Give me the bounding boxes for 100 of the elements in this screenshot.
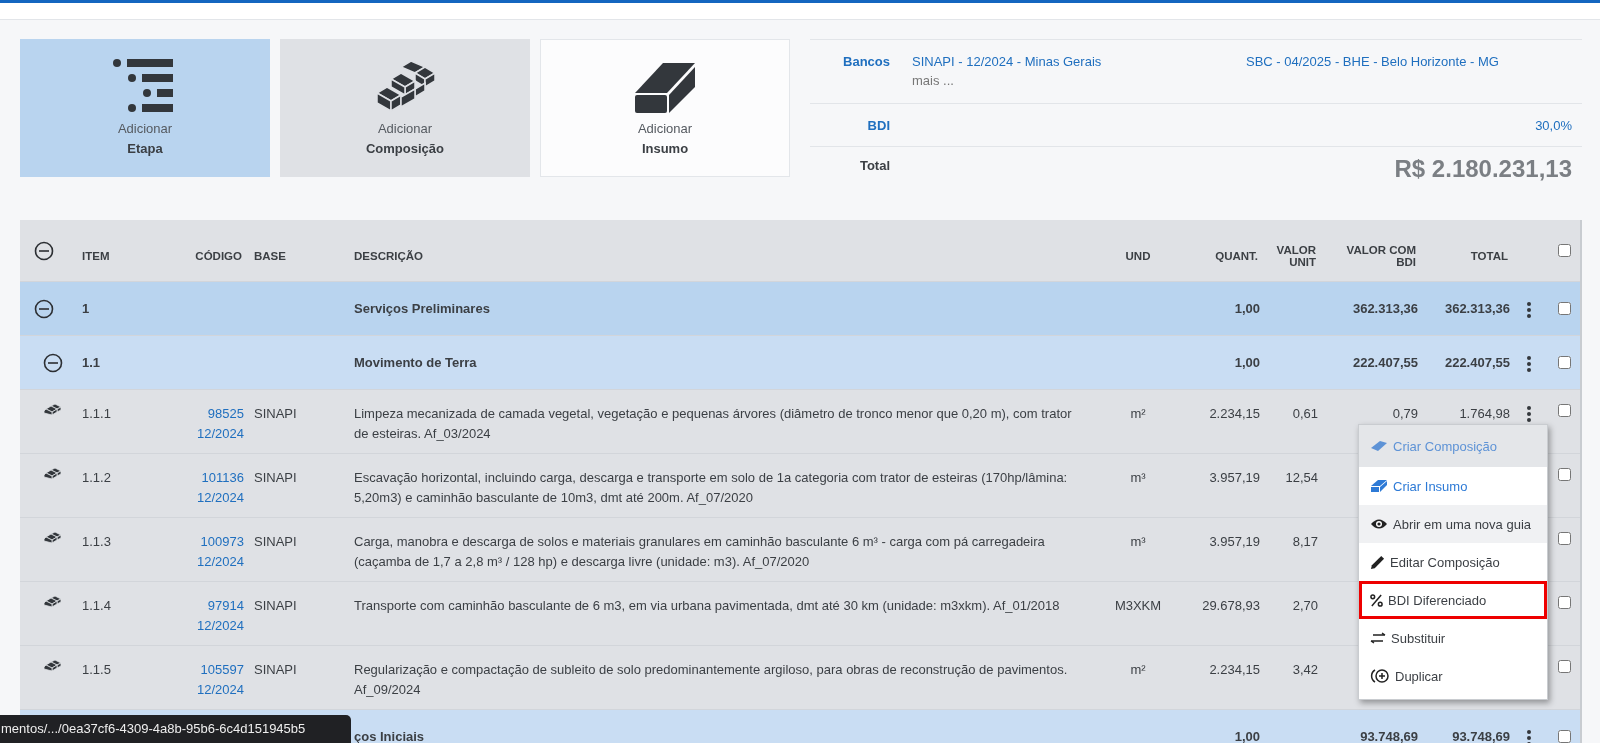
unit-value-cell-text: 8,17 bbox=[1291, 533, 1318, 551]
total-cell-text: 362.313,36 bbox=[1443, 299, 1510, 318]
unit-value-cell-text: 0,61 bbox=[1291, 405, 1318, 423]
description-cell-text: Movimento de Terra bbox=[354, 353, 478, 372]
base-cell-text: SINAPI bbox=[253, 405, 298, 423]
row-checkbox[interactable] bbox=[1557, 468, 1571, 481]
banks-label: Bancos bbox=[842, 54, 890, 69]
block-icon bbox=[1370, 479, 1388, 493]
menu-item[interactable]: Criar Insumo bbox=[1359, 467, 1547, 505]
unit-cell-text: m² bbox=[1129, 661, 1147, 679]
add-card[interactable]: Adicionar Etapa bbox=[20, 39, 270, 177]
pencil-icon bbox=[1370, 554, 1385, 570]
code-link[interactable]: 98525 12/2024 bbox=[174, 404, 244, 444]
code-link[interactable]: 101136 12/2024 bbox=[174, 468, 244, 508]
total-cell-text: 93.748,69 bbox=[1451, 727, 1510, 743]
menu-item[interactable]: Abrir em uma nova guia bbox=[1359, 505, 1547, 543]
row-checkbox[interactable] bbox=[1557, 302, 1571, 315]
add-card[interactable]: Adicionar Composição bbox=[280, 39, 530, 177]
base-cell-text: SINAPI bbox=[253, 469, 298, 487]
column-header: QUANT. bbox=[1214, 248, 1259, 262]
quantity-cell-text: 1,00 bbox=[1233, 299, 1260, 318]
bricks-icon bbox=[43, 404, 63, 416]
column-header: BASE bbox=[253, 248, 287, 262]
add-card[interactable]: Adicionar Insumo bbox=[540, 39, 790, 177]
item-number: 1.1.3 bbox=[82, 533, 112, 551]
unit-value-cell-text: 12,54 bbox=[1284, 469, 1318, 487]
bdi-value-cell-text: 93.748,69 bbox=[1359, 727, 1418, 743]
quantity-cell-text: 1,00 bbox=[1233, 727, 1260, 743]
menu-item[interactable]: Substituir bbox=[1359, 619, 1547, 657]
row-checkbox[interactable] bbox=[1557, 596, 1571, 609]
total-cell-text: 222.407,55 bbox=[1443, 353, 1510, 372]
more-icon[interactable] bbox=[1527, 729, 1531, 743]
row-checkbox[interactable] bbox=[1557, 356, 1571, 369]
bdi-label: BDI bbox=[866, 118, 890, 133]
code-link[interactable]: 105597 12/2024 bbox=[174, 660, 244, 700]
more-icon[interactable] bbox=[1527, 355, 1531, 372]
more-link[interactable]: mais ... bbox=[912, 73, 1246, 88]
more-icon[interactable] bbox=[1527, 406, 1531, 422]
quantity-cell-text: 3.957,19 bbox=[1208, 533, 1260, 551]
collapse-icon[interactable] bbox=[34, 240, 54, 261]
quantity-cell-text: 1,00 bbox=[1233, 353, 1260, 372]
unit-value-cell-text: 3,42 bbox=[1291, 661, 1318, 679]
description-cell-text: Transporte com caminhão basculante de 6 m3, em via urbana pavimentada, dmt até 30 km (unidade: m3xkm). Af_01/2018 bbox=[354, 597, 1061, 615]
bank-link[interactable]: SINAPI - 12/2024 - Minas Gerais bbox=[912, 54, 1246, 69]
item-number: 1.1.1 bbox=[82, 405, 112, 423]
base-cell-text: SINAPI bbox=[253, 661, 298, 679]
more-icon[interactable] bbox=[1527, 301, 1531, 318]
description-cell-text: Regularização e compactação de subleito de solo predominantemente argiloso, para obras de reconstrução de pavimentos. Af_09/2024 bbox=[354, 661, 1069, 699]
menu-item[interactable]: Editar Composição bbox=[1359, 543, 1547, 581]
column-header: DESCRIÇÃO bbox=[354, 248, 424, 262]
column-header: CÓDIGO bbox=[194, 248, 243, 262]
item-number: 1.1.5 bbox=[82, 661, 112, 679]
item-number: 1.1 bbox=[82, 353, 102, 372]
code-link[interactable]: 100973 12/2024 bbox=[174, 532, 244, 572]
bank-link[interactable]: SBC - 04/2025 - BHE - Belo Horizonte - MG bbox=[1246, 54, 1499, 69]
eye-icon bbox=[1370, 518, 1388, 530]
duplicate-icon bbox=[1370, 668, 1390, 684]
description-cell-text: Carga, manobra e descarga de solos e materiais granulares em caminhão basculante 6 m³ - carga com pá carregadeira (caçamba de 1,7 a 2,8 m³ / 128 hp) e descarga livre (unidade: m3). Af_07/2020 bbox=[354, 533, 1046, 571]
quantity-cell-text: 2.234,15 bbox=[1208, 661, 1260, 679]
bdi-value-cell-text: 362.313,36 bbox=[1351, 299, 1418, 318]
code-link[interactable]: 97914 12/2024 bbox=[174, 596, 244, 636]
menu-item[interactable]: BDI Diferenciado bbox=[1359, 581, 1547, 619]
total-value: R$ 2.180.231,13 bbox=[1394, 155, 1572, 183]
column-header: TOTAL bbox=[1469, 248, 1509, 262]
bdi-value-cell-text: 222.407,55 bbox=[1351, 353, 1418, 372]
bricks-icon bbox=[43, 596, 63, 608]
item-number: 1 bbox=[82, 299, 91, 318]
bricks-icon bbox=[43, 660, 63, 672]
description-cell-text: Escavação horizontal, incluindo carga, descarga e transporte em solo de 1a categoria com trator de esteiras (170hp/lâmina: 5,20m3) e caminhão basculante de 10m3, dmt até 200m. Af_07/2020 bbox=[354, 469, 1069, 507]
unit-cell-text: m² bbox=[1129, 405, 1147, 423]
row-checkbox[interactable] bbox=[1557, 660, 1571, 673]
unit-value-cell-text: 2,70 bbox=[1291, 597, 1318, 615]
column-header: VALOR COM BDI bbox=[1345, 242, 1417, 268]
item-number: 1.1.2 bbox=[82, 469, 112, 487]
total-cell-text: 1.764,98 bbox=[1458, 405, 1510, 423]
row-checkbox[interactable] bbox=[1557, 532, 1571, 545]
collapse-icon[interactable] bbox=[34, 298, 54, 319]
row-checkbox[interactable] bbox=[1557, 404, 1571, 417]
quantity-cell-text: 2.234,15 bbox=[1208, 405, 1260, 423]
collapse-icon[interactable] bbox=[43, 352, 63, 373]
menu-item[interactable]: Duplicar bbox=[1359, 657, 1547, 695]
quantity-cell-text: 3.957,19 bbox=[1208, 469, 1260, 487]
base-cell-text: SINAPI bbox=[253, 533, 298, 551]
total-label: Total bbox=[858, 158, 890, 173]
unit-cell-text: m³ bbox=[1129, 469, 1147, 487]
base-cell-text: SINAPI bbox=[253, 597, 298, 615]
bdi-value-cell-text: 0,79 bbox=[1391, 405, 1418, 423]
unit-cell-text: m³ bbox=[1129, 533, 1147, 551]
column-header: ITEM bbox=[82, 248, 111, 262]
bdi-value[interactable]: 30,0% bbox=[1535, 118, 1572, 133]
percent-icon bbox=[1370, 593, 1383, 607]
description-cell-text: Limpeza mecanizada de camada vegetal, vegetação e pequenas árvores (diâmetro de tronco menor que 0,20 m), com trator de esteiras. Af_03/2024 bbox=[354, 405, 1073, 443]
row-checkbox[interactable] bbox=[1557, 730, 1571, 743]
bricks-icon bbox=[43, 532, 63, 544]
column-header: UND bbox=[1124, 248, 1152, 262]
status-url: mentos/.../0ea37cf6-4309-4a8b-95b6-6c4d151945b5 bbox=[0, 715, 352, 743]
swap-icon bbox=[1370, 632, 1386, 644]
select-all-checkbox[interactable] bbox=[1557, 244, 1571, 257]
description-cell-text: ços Iniciais bbox=[354, 727, 426, 743]
quantity-cell-text: 29.678,93 bbox=[1201, 597, 1260, 615]
